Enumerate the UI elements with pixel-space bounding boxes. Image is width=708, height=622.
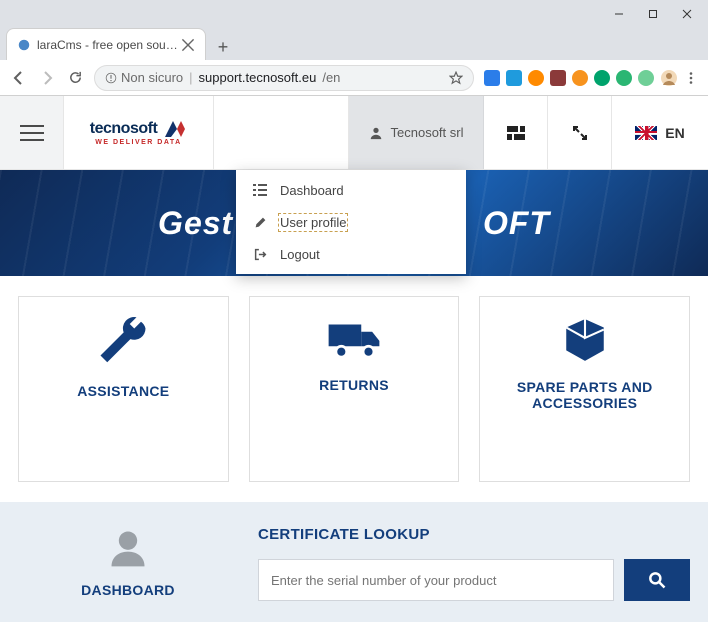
flag-uk-icon bbox=[635, 126, 657, 140]
card-assistance[interactable]: ASSISTANCE bbox=[18, 296, 229, 482]
cube-icon bbox=[560, 315, 610, 365]
search-icon bbox=[647, 570, 667, 590]
ext-icon[interactable] bbox=[594, 70, 610, 86]
certificate-lookup: CERTIFICATE LOOKUP bbox=[258, 526, 690, 601]
card-title: SPARE PARTS AND ACCESSORIES bbox=[480, 379, 689, 411]
back-button[interactable] bbox=[6, 65, 32, 91]
menu-button[interactable] bbox=[0, 96, 64, 169]
page-content: tecnosoft WE DELIVER DATA Tecnosoft srl … bbox=[0, 96, 708, 622]
ext-icon[interactable] bbox=[572, 70, 588, 86]
card-view-button[interactable] bbox=[484, 96, 548, 169]
lookup-title: CERTIFICATE LOOKUP bbox=[258, 526, 690, 543]
insecure-indicator: Non sicuro bbox=[105, 70, 183, 85]
wrench-icon bbox=[96, 315, 150, 369]
window-close-button[interactable] bbox=[670, 4, 704, 24]
insecure-label: Non sicuro bbox=[121, 70, 183, 85]
tab-title: laraCms - free open source CMS bbox=[37, 38, 181, 52]
search-button[interactable] bbox=[624, 559, 690, 601]
reload-button[interactable] bbox=[62, 65, 88, 91]
ext-icon[interactable] bbox=[550, 70, 566, 86]
user-label: Tecnosoft srl bbox=[391, 125, 464, 140]
window-maximize-button[interactable] bbox=[636, 4, 670, 24]
tab-strip: laraCms - free open source CMS + bbox=[0, 28, 708, 60]
logo-text: tecnosoft bbox=[90, 120, 158, 137]
dropdown-item-user-profile[interactable]: User profile bbox=[236, 206, 466, 238]
browser-tab[interactable]: laraCms - free open source CMS bbox=[6, 28, 206, 60]
logo-icon bbox=[163, 119, 187, 139]
forward-button[interactable] bbox=[34, 65, 60, 91]
browser-menu-icon[interactable] bbox=[684, 71, 698, 85]
favicon-icon bbox=[17, 38, 31, 52]
user-dropdown: Dashboard User profile Logout bbox=[236, 170, 466, 274]
dropdown-label: User profile bbox=[280, 215, 346, 230]
language-code: EN bbox=[665, 125, 684, 141]
pencil-icon bbox=[252, 216, 268, 229]
list-icon bbox=[252, 184, 268, 196]
address-input[interactable]: Non sicuro | support.tecnosoft.eu/en bbox=[94, 65, 474, 91]
card-title: ASSISTANCE bbox=[67, 383, 179, 399]
dashboard-panel[interactable]: DASHBOARD bbox=[18, 526, 238, 601]
header-spacer bbox=[214, 96, 349, 169]
url-path: /en bbox=[322, 70, 340, 85]
fullscreen-button[interactable] bbox=[548, 96, 612, 169]
card-title: RETURNS bbox=[309, 377, 399, 393]
new-tab-button[interactable]: + bbox=[210, 34, 236, 60]
logo-tagline: WE DELIVER DATA bbox=[90, 139, 187, 146]
truck-icon bbox=[325, 315, 383, 363]
user-grey-icon bbox=[106, 526, 150, 570]
card-spare-parts[interactable]: SPARE PARTS AND ACCESSORIES bbox=[479, 296, 690, 482]
dropdown-label: Logout bbox=[280, 247, 320, 262]
window-titlebar bbox=[0, 0, 708, 28]
dropdown-item-logout[interactable]: Logout bbox=[236, 238, 466, 270]
tab-close-icon[interactable] bbox=[181, 38, 195, 52]
language-switcher[interactable]: EN bbox=[612, 96, 708, 169]
panel-title: DASHBOARD bbox=[81, 582, 175, 598]
dropdown-item-dashboard[interactable]: Dashboard bbox=[236, 174, 466, 206]
address-bar: Non sicuro | support.tecnosoft.eu/en bbox=[0, 60, 708, 96]
bookmark-star-icon[interactable] bbox=[449, 71, 463, 85]
ext-icon[interactable] bbox=[506, 70, 522, 86]
user-icon bbox=[369, 126, 383, 140]
ext-icon[interactable] bbox=[528, 70, 544, 86]
extension-icons bbox=[480, 69, 702, 87]
logo[interactable]: tecnosoft WE DELIVER DATA bbox=[64, 96, 214, 169]
dropdown-label: Dashboard bbox=[280, 183, 344, 198]
browser-chrome: laraCms - free open source CMS + Non sic… bbox=[0, 0, 708, 96]
user-menu-button[interactable]: Tecnosoft srl bbox=[349, 96, 484, 169]
ext-icon[interactable] bbox=[484, 70, 500, 86]
logout-icon bbox=[252, 248, 268, 261]
serial-input[interactable] bbox=[258, 559, 614, 601]
cards-row: ASSISTANCE RETURNS SPARE PARTS AND ACCES… bbox=[0, 276, 708, 502]
ext-icon[interactable] bbox=[616, 70, 632, 86]
app-header: tecnosoft WE DELIVER DATA Tecnosoft srl … bbox=[0, 96, 708, 170]
window-minimize-button[interactable] bbox=[602, 4, 636, 24]
lower-section: DASHBOARD CERTIFICATE LOOKUP bbox=[0, 502, 708, 622]
avatar-icon[interactable] bbox=[660, 69, 678, 87]
url-host: support.tecnosoft.eu bbox=[199, 70, 317, 85]
ext-icon[interactable] bbox=[638, 70, 654, 86]
card-returns[interactable]: RETURNS bbox=[249, 296, 460, 482]
